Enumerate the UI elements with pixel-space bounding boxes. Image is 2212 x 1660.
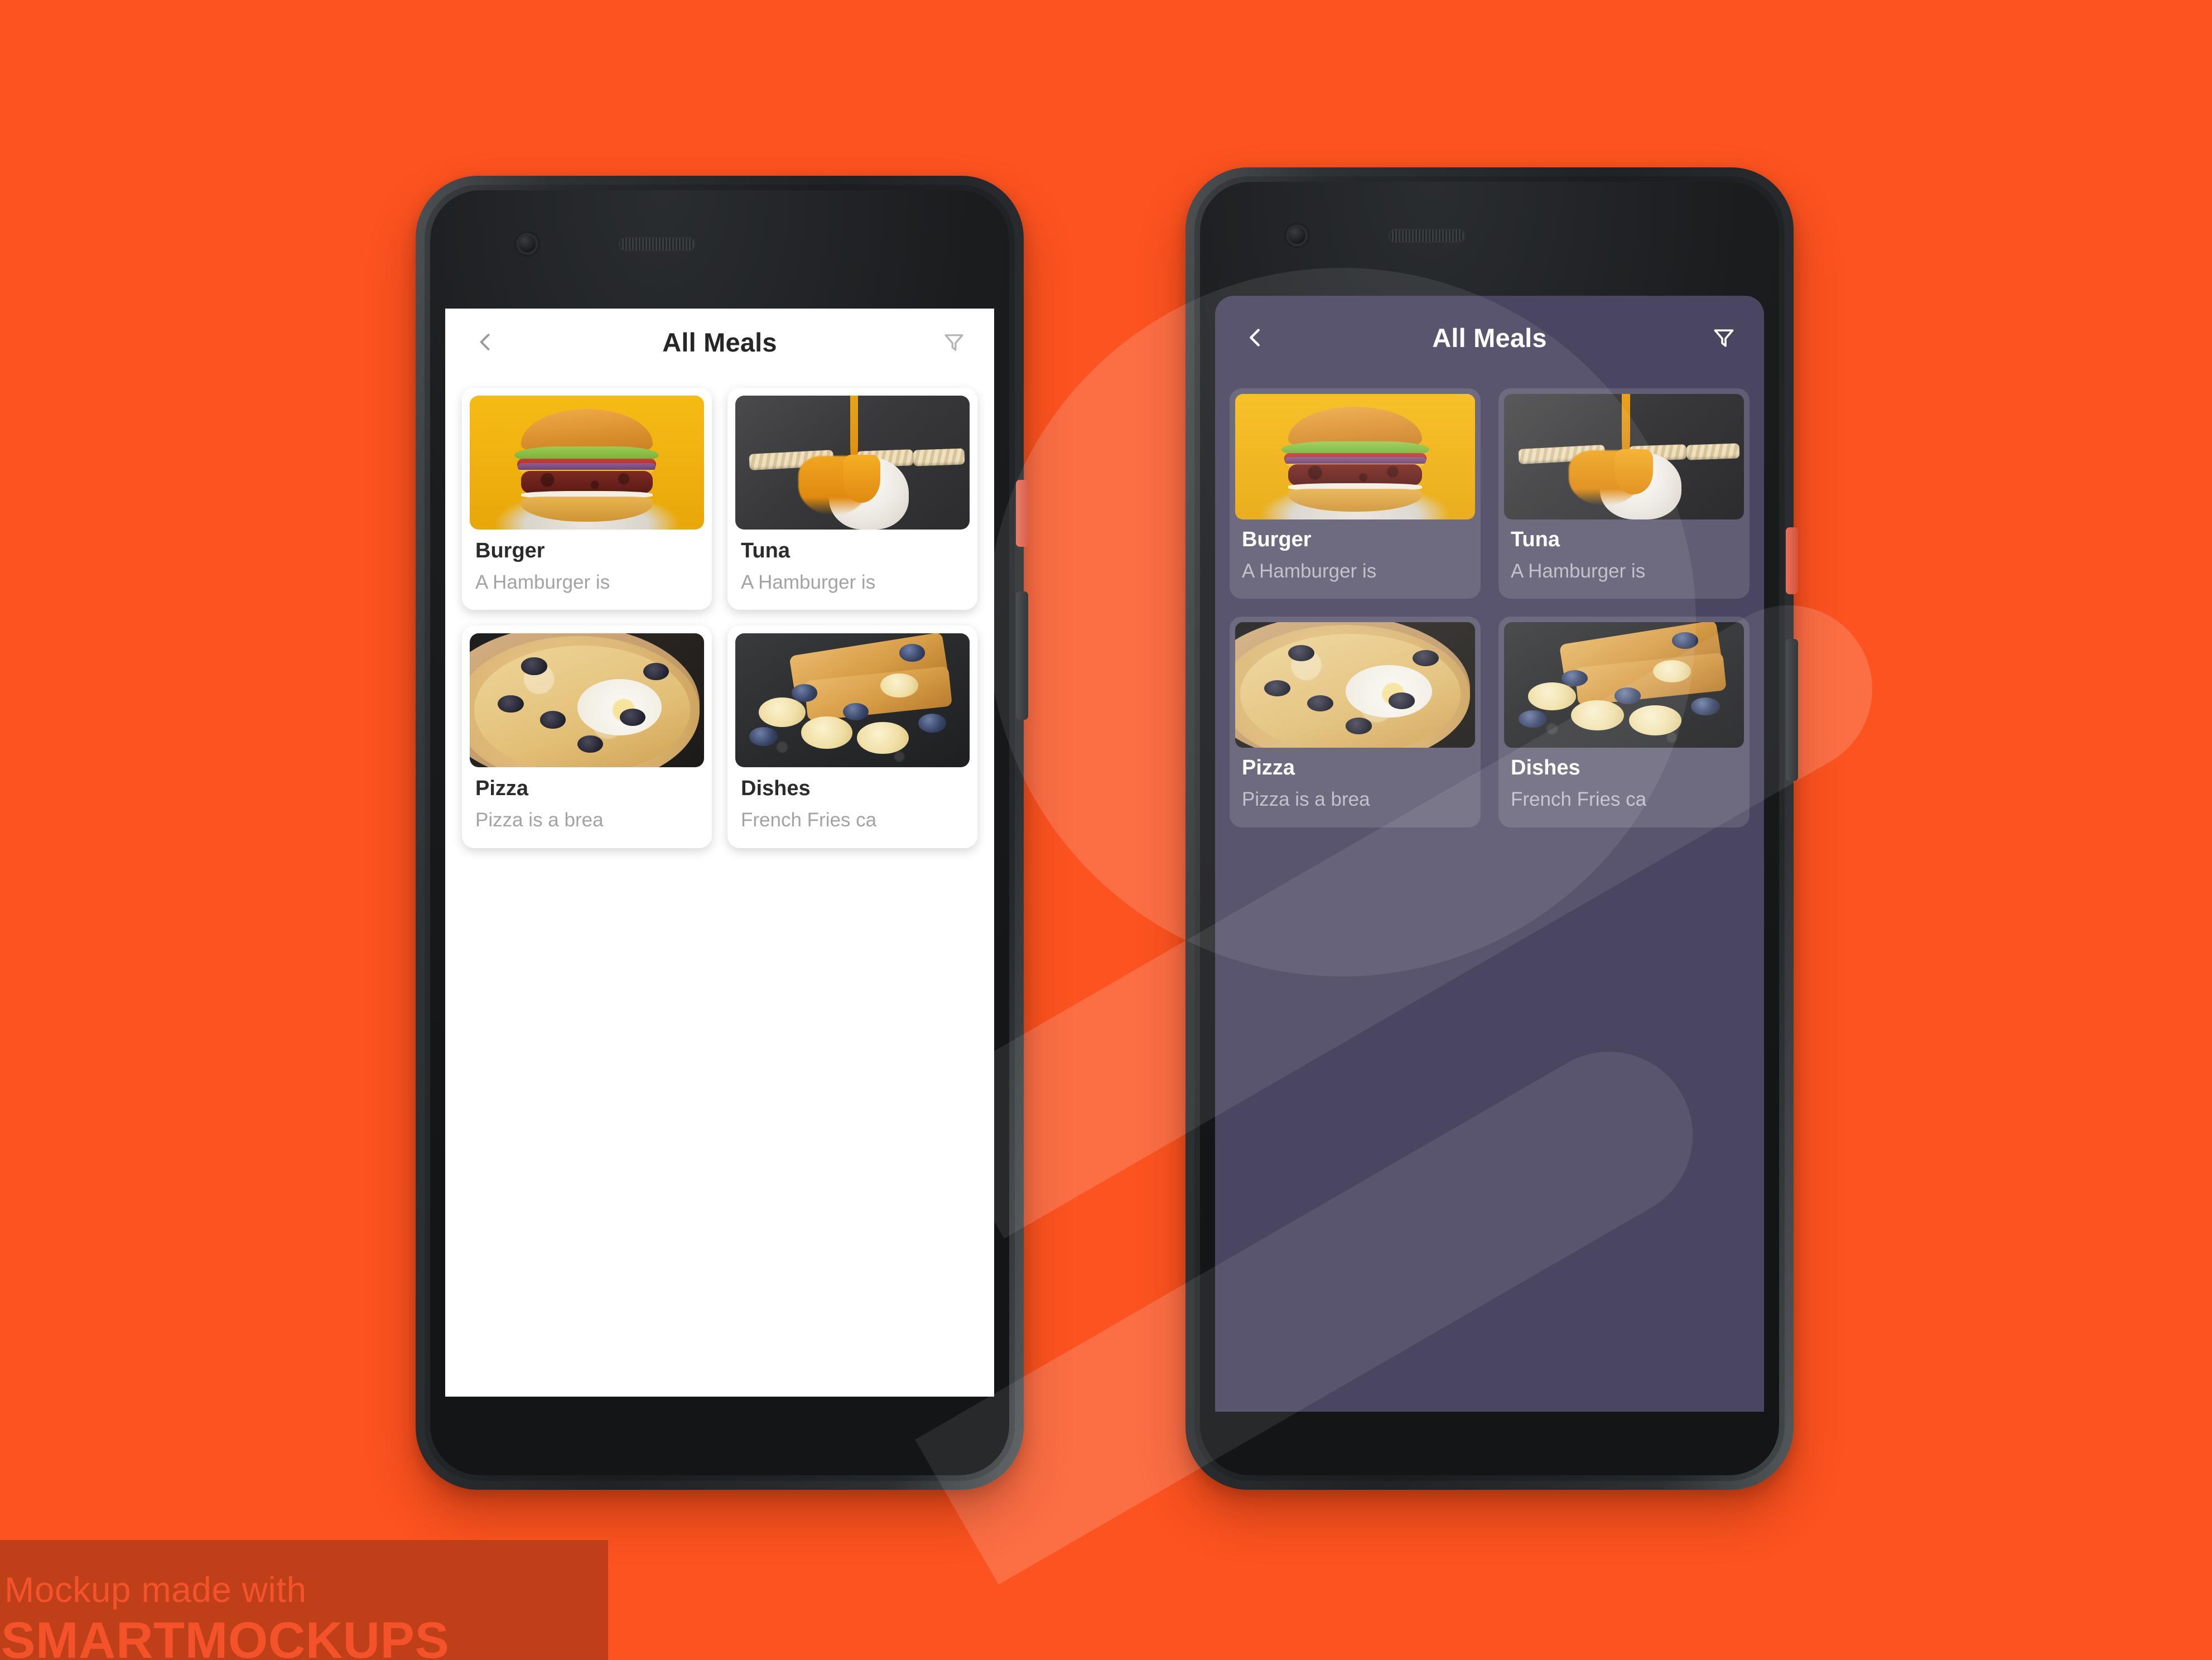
meal-title: Tuna <box>1511 528 1560 551</box>
meal-thumbnail <box>1504 394 1744 519</box>
front-camera-icon <box>1286 224 1308 247</box>
badge-line-1: Mockup made with <box>4 1570 307 1610</box>
meal-subtitle: Pizza is a brea <box>1242 788 1370 811</box>
meal-card[interactable]: Dishes French Fries ca <box>727 625 977 848</box>
earpiece-speaker-icon <box>1389 229 1466 243</box>
meal-title: Dishes <box>1511 756 1580 780</box>
meal-title: Dishes <box>741 777 811 801</box>
meal-card[interactable]: Pizza Pizza is a brea <box>1230 617 1481 827</box>
meal-grid-dark: Burger A Hamburger is Tuna A Hamburger i… <box>1215 379 1764 836</box>
meal-title: Pizza <box>475 777 529 801</box>
meal-subtitle: French Fries ca <box>1511 788 1647 811</box>
filter-funnel-icon <box>944 334 963 351</box>
meal-thumbnail <box>470 396 704 530</box>
badge-line-2: SMARTMOCKUPS <box>1 1612 450 1660</box>
power-button[interactable] <box>1016 480 1028 547</box>
earpiece-speaker-icon <box>619 237 696 251</box>
chevron-left-icon <box>480 334 490 350</box>
back-button[interactable] <box>1237 320 1273 355</box>
page-title: All Meals <box>1432 323 1547 353</box>
meal-card[interactable]: Burger A Hamburger is <box>1230 388 1481 599</box>
pizza-photo <box>470 633 704 768</box>
meal-title: Pizza <box>1242 756 1295 780</box>
app-screen-dark: All Meals Burger A Hamburger is Tuna A H… <box>1215 296 1764 1412</box>
meal-subtitle: A Hamburger is <box>741 571 876 593</box>
filter-button[interactable] <box>1706 320 1742 355</box>
app-screen-light: All Meals Burger A Hamburger is Tuna A H… <box>445 309 994 1397</box>
burger-photo <box>1235 394 1475 519</box>
meal-subtitle: Pizza is a brea <box>475 809 604 831</box>
tuna-dessert-photo <box>735 396 970 530</box>
back-button[interactable] <box>468 324 503 360</box>
meal-subtitle: A Hamburger is <box>1242 560 1377 582</box>
burger-photo <box>470 396 704 530</box>
app-bar-light: All Meals <box>445 309 994 376</box>
mockup-canvas: All Meals Burger A Hamburger is Tuna A H… <box>0 0 2212 1660</box>
meal-thumbnail <box>1504 622 1744 748</box>
page-title: All Meals <box>662 327 777 357</box>
meal-card[interactable]: Dishes French Fries ca <box>1498 617 1750 827</box>
volume-button[interactable] <box>1016 591 1028 720</box>
meal-subtitle: A Hamburger is <box>1511 560 1646 582</box>
front-camera-icon <box>516 233 538 255</box>
french-toast-photo <box>735 633 970 768</box>
power-button[interactable] <box>1786 527 1798 594</box>
meal-subtitle: French Fries ca <box>741 809 877 831</box>
meal-card[interactable]: Tuna A Hamburger is <box>1498 388 1750 599</box>
phone-device-light: All Meals Burger A Hamburger is Tuna A H… <box>416 176 1028 1490</box>
meal-thumbnail <box>735 396 970 530</box>
meal-thumbnail <box>470 633 704 768</box>
filter-button[interactable] <box>936 324 972 360</box>
meal-title: Tuna <box>741 539 790 562</box>
meal-subtitle: A Hamburger is <box>475 571 610 593</box>
meal-card[interactable]: Burger A Hamburger is <box>462 388 712 610</box>
filter-funnel-icon <box>1714 329 1734 347</box>
meal-title: Burger <box>1242 528 1312 551</box>
phone-device-dark: All Meals Burger A Hamburger is Tuna A H… <box>1185 167 1798 1490</box>
meal-card[interactable]: Pizza Pizza is a brea <box>462 625 712 848</box>
smartmockups-watermark <box>0 0 2212 1660</box>
tuna-dessert-photo <box>1504 394 1744 519</box>
volume-button[interactable] <box>1786 639 1798 781</box>
app-bar-dark: All Meals <box>1215 296 1764 379</box>
chevron-left-icon <box>1250 329 1260 347</box>
smartmockups-watermark-overlay <box>0 0 2212 1660</box>
pizza-photo <box>1235 622 1475 748</box>
french-toast-photo <box>1504 622 1744 748</box>
smartmockups-badge: Mockup made with SMARTMOCKUPS <box>0 1540 608 1660</box>
meal-thumbnail <box>1235 394 1475 519</box>
meal-card[interactable]: Tuna A Hamburger is <box>727 388 977 610</box>
meal-title: Burger <box>475 539 545 562</box>
meal-thumbnail <box>1235 622 1475 748</box>
meal-thumbnail <box>735 633 970 768</box>
meal-grid-light: Burger A Hamburger is Tuna A Hamburger i… <box>445 376 994 860</box>
